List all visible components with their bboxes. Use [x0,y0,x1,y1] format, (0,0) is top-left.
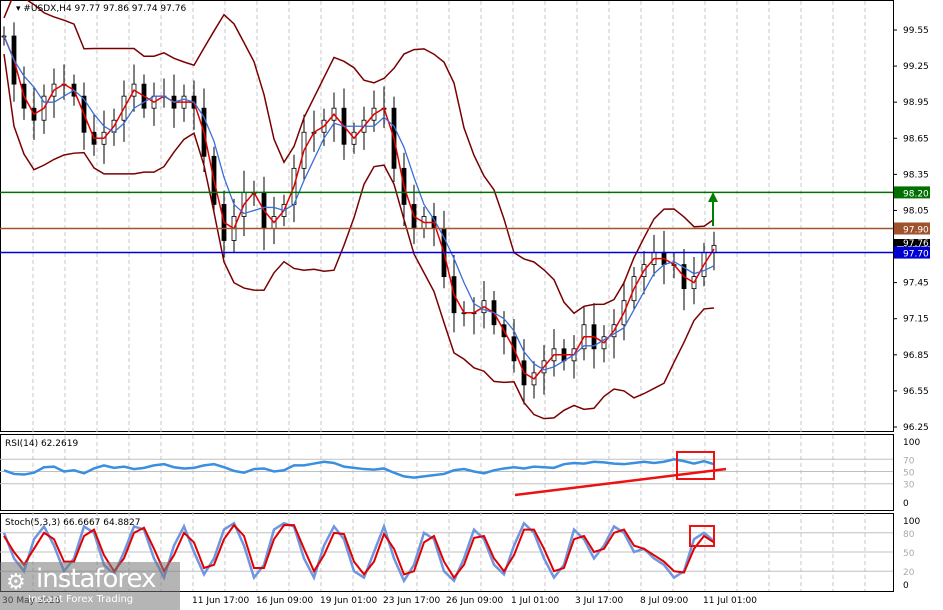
ma-fast [3,35,715,380]
time-tick-label: 8 Jul 09:00 [640,596,689,606]
logo-name: instaforex [36,564,156,594]
price-tick-label: 96.85 [903,351,929,361]
instaforex-logo: ⚙ instaforex Instant Forex Trading [0,562,180,610]
price-tick-label: 99.55 [903,26,929,36]
stoch-tick-label: 50 [903,549,915,559]
rsi-tick-label: 0 [903,499,909,509]
up-arrow-head [708,192,718,202]
current-price-label: 97.76 [903,239,929,249]
price-tick-label: 96.55 [903,387,929,397]
rsi-tick-label: 50 [903,469,915,479]
stoch-label: Stoch(5,3,3) 66.6667 64.8827 [5,518,140,528]
trading-chart[interactable]: 99.5599.2598.9598.6598.3598.0597.7597.45… [0,0,943,610]
rsi-trendline [514,467,727,497]
level-price-label: 98.20 [903,189,929,199]
time-tick-label: 3 Jul 17:00 [575,596,624,606]
time-tick-label: 26 Jun 09:00 [446,596,503,606]
time-tick-label: 23 Jun 17:00 [383,596,440,606]
price-tick-label: 98.05 [903,206,929,216]
time-tick-label: 11 Jun 17:00 [192,596,249,606]
stoch-tick-label: 0 [903,581,909,591]
rsi-label: RSI(14) 62.2619 [5,439,78,449]
rsi-line [3,458,715,479]
price-tick-label: 98.95 [903,98,929,108]
chart-header: ▾ #USDX,H4 97.77 97.86 97.74 97.76 [16,4,186,14]
stoch-tick-label: 80 [903,530,915,540]
price-tick-label: 97.15 [903,315,929,325]
bollinger-lower [3,53,715,420]
stoch-tick-label: 100 [903,517,920,527]
time-tick-label: 1 Jul 01:00 [511,596,560,606]
stoch-tick-label: 20 [903,568,915,578]
price-tick-label: 98.35 [903,170,929,180]
rsi-tick-label: 100 [903,438,920,448]
logo-tagline: Instant Forex Trading [28,594,134,605]
time-tick-label: 16 Jun 09:00 [256,596,313,606]
rsi-tick-label: 30 [903,481,915,491]
time-tick-label: 11 Jul 01:00 [703,596,757,606]
price-tick-label: 97.45 [903,279,929,289]
price-tick-label: 99.25 [903,62,929,72]
gear-icon: ⚙ [6,570,26,595]
price-tick-label: 96.25 [903,423,929,433]
level-price-label: 97.70 [903,250,929,260]
level-price-label: 97.90 [903,225,929,235]
price-tick-label: 98.65 [903,134,929,144]
bollinger-upper [3,0,715,315]
rsi-tick-label: 70 [903,456,915,466]
time-tick-label: 19 Jun 01:00 [320,596,377,606]
